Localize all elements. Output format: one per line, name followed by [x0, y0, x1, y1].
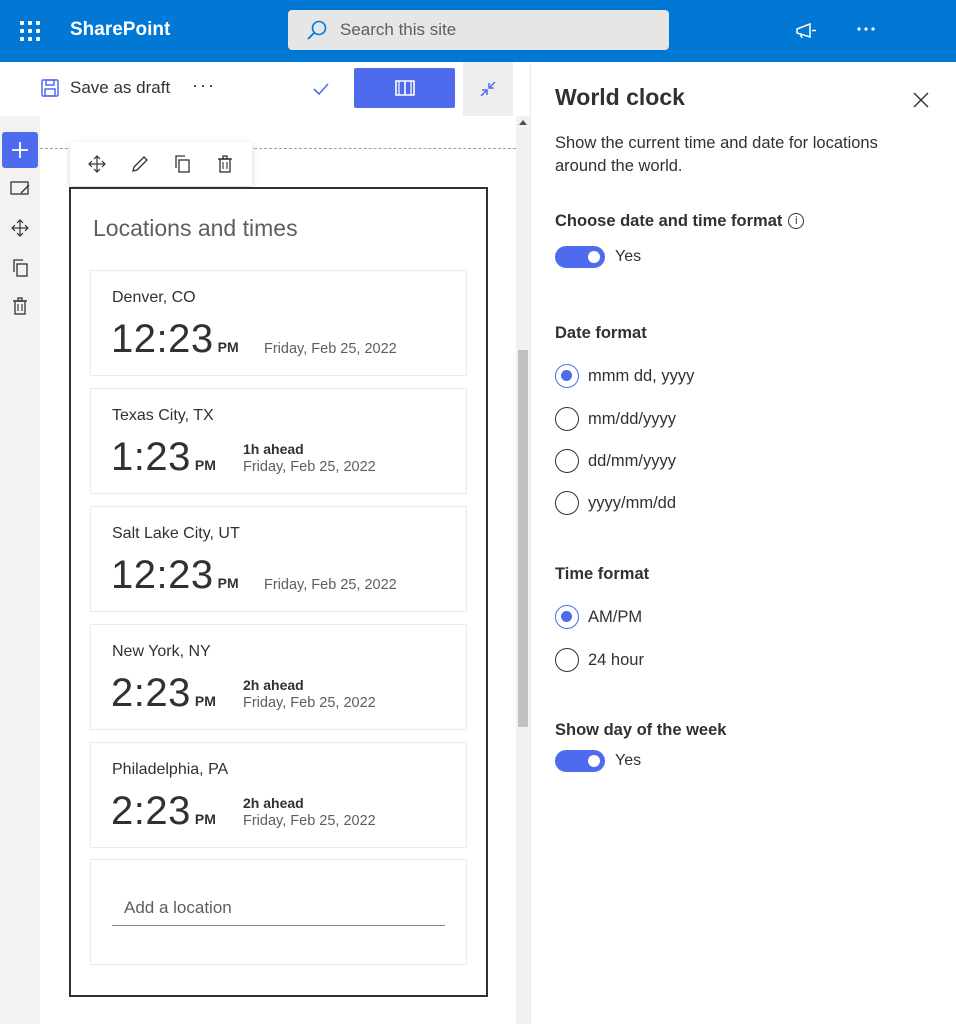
location-card[interactable]: Texas City, TX 1:23 PM 1h ahead Friday, F… — [90, 388, 467, 494]
save-as-draft-button[interactable]: Save as draft — [40, 78, 170, 98]
collapse-pane-button[interactable] — [463, 62, 513, 116]
location-offset: 1h ahead — [243, 441, 304, 457]
location-time: 1:23 PM — [111, 435, 216, 479]
search-input[interactable] — [340, 20, 660, 40]
location-date: Friday, Feb 25, 2022 — [243, 695, 376, 711]
trash-icon — [217, 155, 232, 173]
location-city: Denver, CO — [112, 289, 196, 306]
location-city: Texas City, TX — [112, 407, 214, 424]
add-location-card — [90, 859, 467, 965]
trash-icon — [13, 297, 27, 315]
command-bar: Save as draft ··· — [0, 62, 530, 116]
publish-button[interactable] — [354, 68, 455, 108]
section-toolbar — [0, 116, 40, 1024]
move-icon — [88, 155, 107, 173]
location-city: Philadelphia, PA — [112, 761, 229, 778]
show-day-toggle[interactable] — [555, 750, 605, 772]
add-section-button[interactable] — [2, 132, 38, 168]
collapse-arrows-icon — [480, 81, 496, 97]
location-card[interactable]: Philadelphia, PA 2:23 PM 2h ahead Friday,… — [90, 742, 467, 848]
world-clock-webpart[interactable]: Locations and times Denver, CO 12:23 PM F… — [69, 187, 488, 997]
location-card[interactable]: Denver, CO 12:23 PM Friday, Feb 25, 2022 — [90, 270, 467, 376]
more-options-icon[interactable] — [852, 16, 880, 42]
date-format-option[interactable]: mm/dd/yyyy — [555, 407, 676, 431]
location-city: Salt Lake City, UT — [112, 525, 240, 542]
scrollbar-thumb[interactable] — [518, 350, 528, 727]
radio-selected-icon — [555, 605, 579, 629]
location-time: 2:23 PM — [111, 671, 216, 715]
edit-webpart-button[interactable] — [125, 149, 155, 179]
brand-title[interactable]: SharePoint — [70, 19, 170, 41]
radio-icon — [555, 407, 579, 431]
delete-webpart-button[interactable] — [210, 149, 240, 179]
location-date: Friday, Feb 25, 2022 — [264, 577, 397, 593]
search-icon — [307, 20, 327, 40]
save-as-draft-label: Save as draft — [70, 78, 171, 97]
choose-format-label: Choose date and time format i — [555, 212, 805, 231]
plus-icon — [12, 142, 28, 158]
location-date: Friday, Feb 25, 2022 — [264, 341, 397, 357]
pane-title: World clock — [555, 84, 685, 110]
checkmark-icon[interactable] — [310, 78, 332, 105]
copy-icon — [175, 155, 190, 173]
time-format-label: Time format — [555, 565, 650, 583]
location-offset: 2h ahead — [243, 795, 304, 811]
location-time: 12:23 PM — [111, 553, 239, 597]
webpart-title[interactable]: Locations and times — [93, 215, 298, 242]
app-launcher-icon[interactable] — [18, 19, 42, 43]
more-commands-button[interactable]: ··· — [192, 75, 216, 96]
time-format-option[interactable]: AM/PM — [555, 605, 642, 629]
choose-format-toggle-label: Yes — [615, 248, 642, 265]
search-box[interactable] — [288, 10, 669, 50]
date-format-option[interactable]: yyyy/mm/dd — [555, 491, 676, 515]
location-time: 2:23 PM — [111, 789, 216, 833]
duplicate-webpart-button[interactable] — [167, 149, 197, 179]
delete-section-button[interactable] — [2, 288, 38, 324]
date-format-option[interactable]: dd/mm/yyyy — [555, 449, 676, 473]
webpart-toolbar — [70, 142, 252, 186]
save-icon — [41, 79, 59, 97]
copy-icon — [13, 259, 28, 277]
move-webpart-button[interactable] — [82, 149, 112, 179]
scroll-up-arrow-icon[interactable] — [519, 120, 527, 125]
show-day-toggle-label: Yes — [615, 752, 642, 769]
suite-bar: SharePoint — [0, 0, 956, 62]
radio-icon — [555, 648, 579, 672]
pane-description: Show the current time and date for locat… — [555, 134, 878, 175]
radio-icon — [555, 449, 579, 473]
close-pane-button[interactable] — [909, 88, 933, 112]
radio-selected-icon — [555, 364, 579, 388]
radio-icon — [555, 491, 579, 515]
location-card[interactable]: New York, NY 2:23 PM 2h ahead Friday, Feb… — [90, 624, 467, 730]
move-icon — [11, 219, 29, 237]
move-section-button[interactable] — [2, 210, 38, 246]
location-date: Friday, Feb 25, 2022 — [243, 813, 376, 829]
pencil-icon — [131, 156, 148, 172]
edit-section-button[interactable] — [2, 170, 38, 206]
location-offset: 2h ahead — [243, 677, 304, 693]
property-pane: World clock Show the current time and da… — [531, 62, 956, 1024]
edit-section-icon — [10, 181, 30, 195]
location-time: 12:23 PM — [111, 317, 239, 361]
time-format-option[interactable]: 24 hour — [555, 648, 644, 672]
info-icon[interactable]: i — [788, 213, 805, 229]
choose-format-toggle[interactable] — [555, 246, 605, 268]
close-icon — [913, 92, 929, 108]
location-card[interactable]: Salt Lake City, UT 12:23 PM Friday, Feb 2… — [90, 506, 467, 612]
date-format-option[interactable]: mmm dd, yyyy — [555, 364, 694, 388]
add-location-input[interactable] — [112, 890, 445, 926]
location-city: New York, NY — [112, 643, 211, 660]
show-day-label: Show day of the week — [555, 721, 727, 739]
megaphone-icon[interactable] — [792, 18, 820, 44]
date-format-label: Date format — [555, 324, 647, 342]
location-date: Friday, Feb 25, 2022 — [243, 459, 376, 475]
book-icon — [394, 80, 415, 96]
duplicate-section-button[interactable] — [2, 250, 38, 286]
